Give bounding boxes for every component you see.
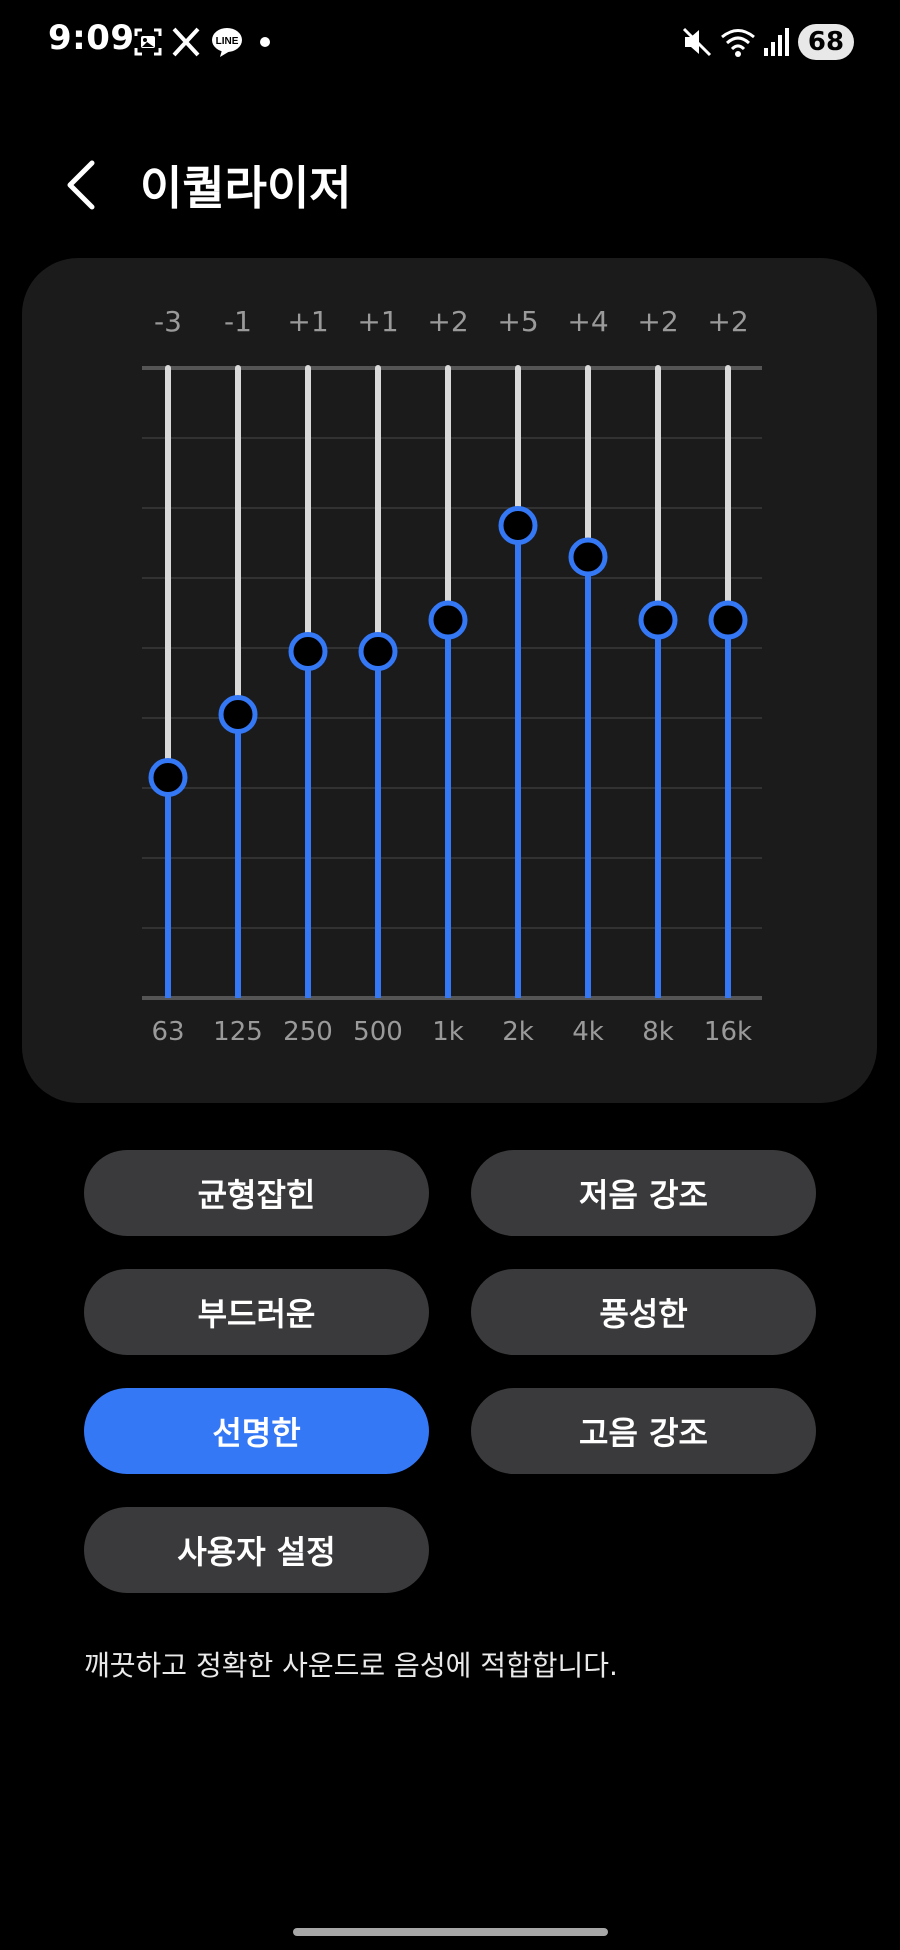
eq-gain-label: +2 [427,305,468,338]
eq-freq-label: 125 [213,1017,263,1047]
eq-gain-label: +1 [357,305,398,338]
eq-gain-label: +4 [567,305,608,338]
equalizer-card: -3 63 -1 125 +1 250 +1 500 +2 1k +5 2k +4 4k +2 8k +2 16k [22,258,877,1103]
eq-freq-label: 1k [432,1017,464,1047]
eq-freq-label: 250 [283,1017,333,1047]
line-icon: LINE [212,28,242,57]
svg-text:LINE: LINE [216,36,239,47]
eq-freq-label: 63 [151,1017,184,1047]
eq-freq-label: 8k [642,1017,674,1047]
preset-description: 깨끗하고 정확한 사운드로 음성에 적합합니다. [84,1649,618,1682]
mute-icon [682,27,712,57]
eq-gain-label: +2 [707,305,748,338]
eq-slider-knob[interactable] [358,632,398,671]
eq-gain-label: +1 [287,305,328,338]
eq-slider-knob[interactable] [568,537,608,577]
eq-slider-knob[interactable] [218,695,258,734]
signal-icon [764,28,789,56]
eq-freq-label: 16k [704,1017,752,1047]
eq-gain-label: +2 [637,305,678,338]
eq-slider-knob[interactable] [708,600,748,640]
eq-slider-knob[interactable] [288,632,328,671]
eq-freq-label: 4k [572,1017,604,1047]
battery-indicator: 68 [798,24,854,60]
preset-button-clear[interactable]: 선명한 [84,1388,429,1474]
preset-button-custom[interactable]: 사용자 설정 [84,1507,429,1593]
eq-slider-knob[interactable] [148,758,188,797]
page-title: 이퀄라이저 [140,161,352,215]
chevron-left-icon [67,160,95,210]
eq-gain-label: -1 [224,305,252,338]
home-indicator[interactable] [293,1928,608,1936]
eq-slider-knob[interactable] [498,506,538,545]
x-icon [172,27,200,57]
preset-button-treble-boost[interactable]: 고음 강조 [471,1388,816,1474]
eq-freq-label: 2k [502,1017,534,1047]
preset-button-soft[interactable]: 부드러운 [84,1269,429,1355]
status-bar: 9:09 LINE 68 [0,0,900,84]
back-button[interactable] [58,155,108,215]
eq-slider-knob[interactable] [428,600,468,640]
dot-icon [260,37,270,47]
eq-slider-knob[interactable] [638,600,678,640]
eq-freq-label: 500 [353,1017,403,1047]
gallery-icon [134,28,162,56]
wifi-icon [721,29,755,57]
status-time: 9:09 [48,18,135,58]
eq-gain-label: +5 [497,305,538,338]
preset-button-rich[interactable]: 풍성한 [471,1269,816,1355]
eq-gain-label: -3 [154,305,182,338]
preset-button-balanced[interactable]: 균형잡힌 [84,1150,429,1236]
preset-button-bass-boost[interactable]: 저음 강조 [471,1150,816,1236]
equalizer-chart: -3 63 -1 125 +1 250 +1 500 +2 1k +5 2k +4 4k +2 8k +2 16k [142,305,762,1047]
